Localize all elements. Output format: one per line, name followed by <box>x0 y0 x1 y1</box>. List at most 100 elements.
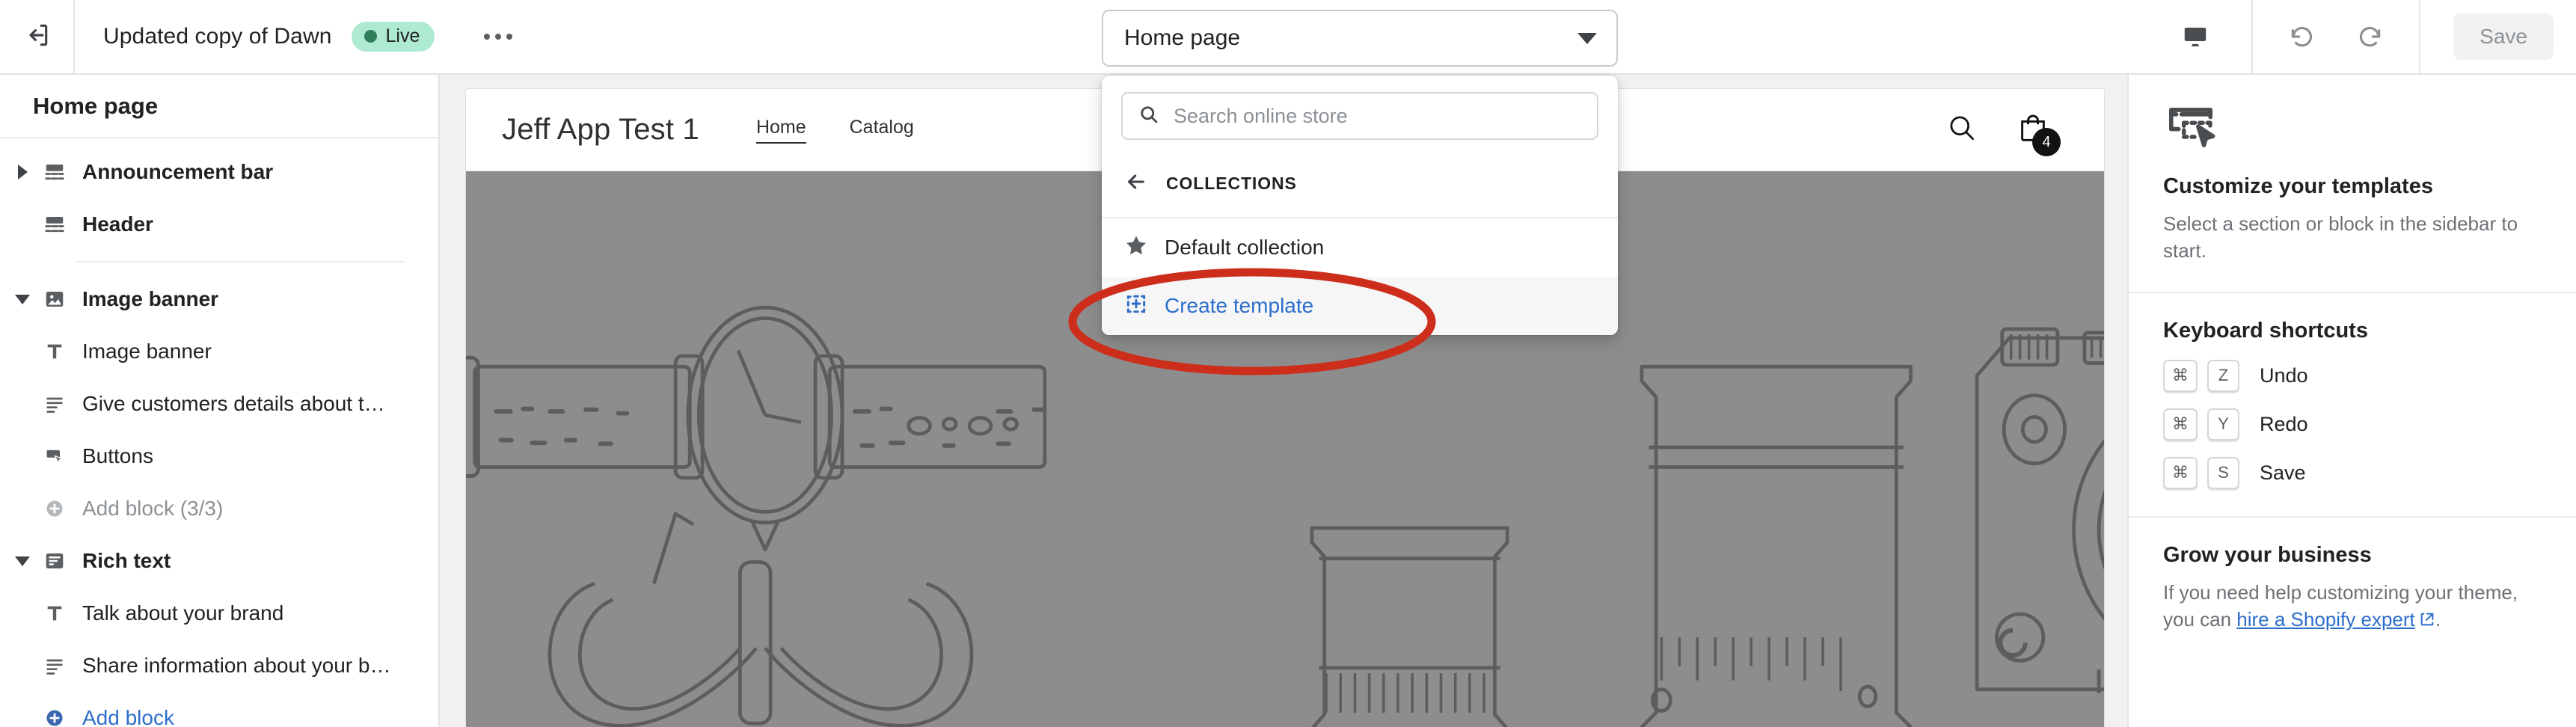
dropdown-item-label: Default collection <box>1165 236 1325 259</box>
status-badge: Live <box>351 22 435 52</box>
key-letter: Z <box>2207 359 2239 392</box>
dot-icon <box>484 34 491 40</box>
grow-text-end: . <box>2435 607 2441 631</box>
status-badge-label: Live <box>385 25 420 46</box>
dropdown-search-wrap <box>1102 76 1618 159</box>
shortcut-row-redo: ⌘ Y Redo <box>2163 408 2542 441</box>
dot-icon <box>506 34 513 40</box>
sidebar-add-block-image-banner[interactable]: Add block (3/3) <box>0 482 438 535</box>
top-toolbar: Updated copy of Dawn Live Home page Save <box>0 0 2576 75</box>
shortcuts-title: Keyboard shortcuts <box>2163 318 2368 343</box>
header-icon <box>37 213 72 236</box>
button-icon <box>37 446 72 467</box>
shortcut-row-undo: ⌘ Z Undo <box>2163 359 2542 392</box>
paragraph-icon <box>37 655 72 676</box>
shortcut-label: Redo <box>2260 412 2308 435</box>
arrow-left-icon <box>1124 170 1148 197</box>
template-cursor-icon <box>2163 100 2542 159</box>
history-group <box>2253 0 2421 74</box>
page-selector-value: Home page <box>1124 25 1241 50</box>
page-selector-dropdown: COLLECTIONS Default collection Create te… <box>1102 76 1618 335</box>
sidebar-item-announcement-bar[interactable]: Announcement bar <box>0 146 438 198</box>
dropdown-back-button[interactable]: COLLECTIONS <box>1102 159 1618 217</box>
sections-list: Announcement bar Header Image banner Ima… <box>0 138 438 727</box>
keyboard-shortcuts-section: Keyboard shortcuts ⌘ Z Undo ⌘ Y Redo ⌘ S… <box>2129 293 2576 518</box>
sidebar-title: Home page <box>0 75 438 139</box>
undo-icon[interactable] <box>2280 15 2323 58</box>
save-button[interactable]: Save <box>2453 13 2554 60</box>
dropdown-item-default-collection[interactable]: Default collection <box>1102 218 1618 277</box>
sidebar-item-label: Add block <box>82 706 174 727</box>
sidebar-item-label: Image banner <box>82 287 219 311</box>
chevron-down-icon <box>15 294 30 304</box>
key-letter: S <box>2207 456 2239 489</box>
page-selector-button[interactable]: Home page <box>1102 10 1618 67</box>
nav-link-catalog[interactable]: Catalog <box>850 117 914 144</box>
star-icon <box>1124 233 1148 263</box>
announcement-bar-icon <box>37 161 72 183</box>
key-modifier: ⌘ <box>2163 408 2198 441</box>
key-modifier: ⌘ <box>2163 456 2198 489</box>
sidebar-block-rich-text-heading[interactable]: Talk about your brand <box>0 587 438 639</box>
page-selector-wrap: Home page <box>1102 10 1618 67</box>
status-dot-icon <box>364 30 377 43</box>
redo-icon[interactable] <box>2349 15 2392 58</box>
external-link-icon <box>2419 608 2435 635</box>
search-icon <box>1138 103 1160 129</box>
dropdown-item-create-template[interactable]: Create template <box>1102 277 1618 335</box>
expand-collapse-toggle[interactable] <box>7 556 37 566</box>
exit-to-app-icon <box>22 21 51 53</box>
cart-count-badge: 4 <box>2032 128 2061 156</box>
customize-description: Select a section or block in the sidebar… <box>2163 212 2518 262</box>
sidebar-item-header[interactable]: Header <box>0 198 438 251</box>
grow-business-section: Grow your business If you need help cust… <box>2129 518 2576 662</box>
sidebar-item-label: Give customers details about t… <box>82 392 385 416</box>
search-input[interactable] <box>1174 104 1582 128</box>
cart-button[interactable]: 4 <box>2016 111 2061 156</box>
sidebar-block-image-banner-heading[interactable]: Image banner <box>0 325 438 378</box>
theme-title-group: Updated copy of Dawn Live <box>75 15 520 58</box>
save-group: Save <box>2420 13 2576 60</box>
sidebar-divider <box>75 261 405 263</box>
sidebar-item-label: Header <box>82 212 153 236</box>
rich-text-icon <box>37 550 72 572</box>
image-banner-icon <box>37 288 72 310</box>
sidebar-block-image-banner-text[interactable]: Give customers details about t… <box>0 378 438 430</box>
search-icon[interactable] <box>1945 111 1978 148</box>
theme-editor: Updated copy of Dawn Live Home page Save… <box>0 0 2576 727</box>
desktop-icon[interactable] <box>2174 15 2217 58</box>
shortcut-label: Save <box>2260 461 2306 484</box>
inspector-panel: Customize your templates Select a sectio… <box>2127 75 2576 727</box>
dropdown-item-label: Create template <box>1165 294 1314 317</box>
key-letter: Y <box>2207 408 2239 441</box>
plus-circle-icon <box>37 708 72 727</box>
chevron-down-icon <box>15 556 30 566</box>
expand-collapse-toggle[interactable] <box>7 165 37 180</box>
nav-link-home[interactable]: Home <box>755 117 806 144</box>
sidebar-block-rich-text-body[interactable]: Share information about your b… <box>0 639 438 692</box>
sidebar-item-label: Share information about your b… <box>82 654 391 678</box>
key-modifier: ⌘ <box>2163 359 2198 392</box>
chevron-right-icon <box>17 165 28 180</box>
sections-sidebar: Home page Announcement bar Header Image … <box>0 75 440 727</box>
shortcut-label: Undo <box>2260 364 2308 387</box>
expand-collapse-toggle[interactable] <box>7 294 37 304</box>
sidebar-item-label: Image banner <box>82 340 212 364</box>
paragraph-icon <box>37 393 72 414</box>
search-field[interactable] <box>1121 92 1598 140</box>
exit-editor-button[interactable] <box>0 0 75 74</box>
customize-title: Customize your templates <box>2163 174 2433 198</box>
sidebar-add-block-rich-text[interactable]: Add block <box>0 692 438 727</box>
grow-description: If you need help customizing your theme,… <box>2163 580 2542 635</box>
sidebar-item-label: Buttons <box>82 444 153 468</box>
chevron-down-icon <box>1577 32 1597 44</box>
sidebar-item-image-banner[interactable]: Image banner <box>0 273 438 325</box>
sidebar-item-label: Add block (3/3) <box>82 497 224 521</box>
dropdown-group-label: COLLECTIONS <box>1166 174 1297 193</box>
more-actions-button[interactable] <box>476 15 520 58</box>
store-name: Jeff App Test 1 <box>502 113 699 146</box>
hire-shopify-expert-link[interactable]: hire a Shopify expert <box>2236 608 2414 631</box>
sidebar-item-rich-text[interactable]: Rich text <box>0 535 438 587</box>
plus-circle-icon <box>37 498 72 519</box>
sidebar-block-buttons[interactable]: Buttons <box>0 430 438 482</box>
